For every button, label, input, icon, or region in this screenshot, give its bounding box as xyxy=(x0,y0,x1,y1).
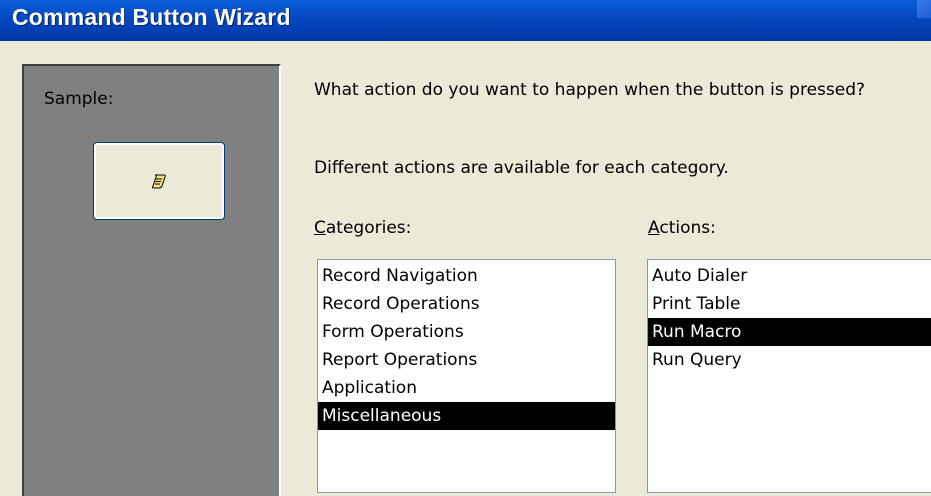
macro-scroll-icon xyxy=(152,174,166,189)
sample-panel: Sample: xyxy=(22,64,281,496)
title-bar-corner xyxy=(917,0,931,18)
category-item-miscellaneous[interactable]: Miscellaneous xyxy=(318,402,615,430)
category-item-form-operations[interactable]: Form Operations xyxy=(318,318,615,346)
title-bar[interactable]: Command Button Wizard xyxy=(0,0,931,41)
sample-label: Sample: xyxy=(44,89,114,109)
category-item-record-operations[interactable]: Record Operations xyxy=(318,290,615,318)
category-hint: Different actions are available for each… xyxy=(314,158,729,178)
actions-listbox[interactable]: Auto Dialer Print Table Run Macro Run Qu… xyxy=(647,259,931,493)
category-item-report-operations[interactable]: Report Operations xyxy=(318,346,615,374)
category-item-record-navigation[interactable]: Record Navigation xyxy=(318,262,615,290)
action-item-auto-dialer[interactable]: Auto Dialer xyxy=(648,262,931,290)
action-item-run-query[interactable]: Run Query xyxy=(648,346,931,374)
actions-label: Actions: xyxy=(648,218,716,238)
actions-label-accel: A xyxy=(648,218,660,238)
categories-label-rest: ategories: xyxy=(325,218,412,238)
categories-label-accel: C xyxy=(314,218,326,238)
categories-label: Categories: xyxy=(314,218,411,238)
action-item-run-macro[interactable]: Run Macro xyxy=(648,318,931,346)
action-item-print-table[interactable]: Print Table xyxy=(648,290,931,318)
actions-label-rest: ctions: xyxy=(659,218,716,238)
sample-button xyxy=(93,142,225,220)
categories-listbox[interactable]: Record Navigation Record Operations Form… xyxy=(317,259,616,493)
window-title: Command Button Wizard xyxy=(12,4,291,30)
action-question: What action do you want to happen when t… xyxy=(314,80,866,100)
category-item-application[interactable]: Application xyxy=(318,374,615,402)
